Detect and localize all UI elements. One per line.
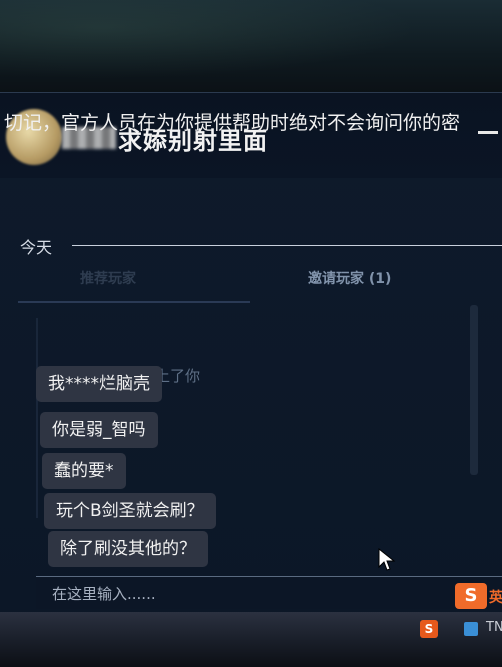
ime-mode-indicator[interactable]: 英 [489,587,502,607]
message-bubble: 蠢的要* [42,453,126,489]
message-bubble: 你是弱_智吗 [40,412,158,448]
date-label: 今天 [20,238,53,257]
message-bubble: 除了刷没其他的？ [48,531,208,567]
background-tab-underline [18,301,250,303]
game-background [0,0,502,92]
chat-input[interactable] [50,581,454,607]
scrollbar[interactable] [470,305,478,475]
chat-title-bar[interactable]: 求婖别射里面 [0,93,502,178]
taskbar-tray-icon[interactable] [464,622,478,636]
taskbar-text: TN [486,620,502,635]
message-bubble: 玩个B剑圣就会刷？ [44,493,216,529]
ime-logo-icon[interactable]: S [455,583,487,609]
chat-input-bar[interactable] [36,576,502,609]
date-divider: 今天 [20,234,502,258]
background-tab-invite: 邀请玩家 (1) [308,271,392,287]
security-warning: 切记，官方人员在为你提供帮助时绝对不会询问你的密 [4,112,461,134]
divider-line [72,245,502,246]
taskbar-app-icon[interactable]: S [420,620,438,638]
background-tab-recommended: 推荐玩家 [80,271,136,287]
message-bubble: 我****烂脑壳 [36,366,162,402]
